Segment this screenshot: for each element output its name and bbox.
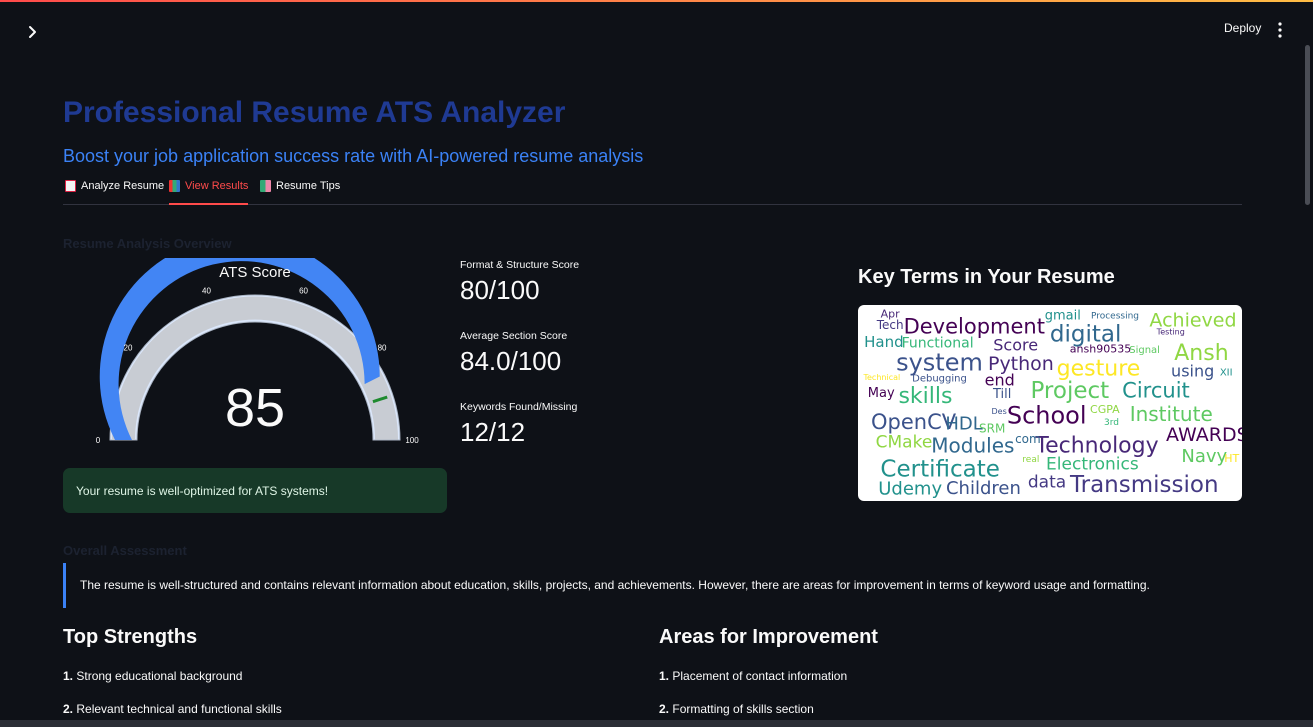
assessment-quote: The resume is well-structured and contai… bbox=[63, 563, 1243, 608]
word-cloud-term: Technical bbox=[862, 373, 900, 382]
gauge-tick-label: 100 bbox=[405, 436, 419, 445]
word-cloud-term: Project bbox=[1030, 378, 1109, 404]
list-number: 2. bbox=[63, 702, 74, 716]
books-icon bbox=[260, 180, 271, 192]
metric-format-score: Format & Structure Score 80/100 bbox=[460, 259, 579, 306]
word-cloud-term: Debugging bbox=[912, 374, 967, 385]
word-cloud-term: HDL bbox=[945, 414, 982, 435]
word-cloud-term: real bbox=[1022, 455, 1039, 465]
word-cloud-term: Processing bbox=[1091, 312, 1139, 322]
word-cloud-term: XII bbox=[1220, 368, 1233, 379]
metric-label: Average Section Score bbox=[460, 330, 568, 342]
gauge-title: ATS Score bbox=[219, 264, 291, 281]
word-cloud-term: gmail bbox=[1045, 309, 1081, 324]
gauge-tick-label: 20 bbox=[124, 344, 133, 353]
improvement-item: 2. Formatting of skills section bbox=[659, 702, 814, 716]
word-cloud-term: HT bbox=[1224, 452, 1239, 465]
list-number: 1. bbox=[63, 669, 74, 683]
tab-analyze-resume[interactable]: Analyze Resume bbox=[65, 180, 164, 205]
word-cloud-term: May bbox=[868, 386, 895, 401]
list-text: Relevant technical and functional skills bbox=[76, 702, 282, 716]
gauge-value: 85 bbox=[225, 378, 285, 438]
word-cloud-term: Functional bbox=[902, 336, 974, 352]
tab-label: Resume Tips bbox=[276, 180, 341, 192]
list-text: Strong educational background bbox=[76, 669, 243, 683]
metric-label: Keywords Found/Missing bbox=[460, 401, 578, 413]
success-alert: Your resume is well-optimized for ATS sy… bbox=[63, 468, 447, 513]
tab-resume-tips[interactable]: Resume Tips bbox=[260, 180, 340, 205]
strength-item: 2. Relevant technical and functional ski… bbox=[63, 702, 282, 716]
page-title: Professional Resume ATS Analyzer bbox=[63, 96, 566, 129]
metric-label: Format & Structure Score bbox=[460, 259, 580, 271]
word-cloud-term: skills bbox=[898, 384, 952, 409]
word-cloud-term: Transmission bbox=[1069, 472, 1219, 498]
tab-label: Analyze Resume bbox=[81, 180, 165, 192]
word-cloud: School system Certificate Project digital Tra… bbox=[858, 305, 1242, 501]
word-cloud-term: Des bbox=[992, 407, 1007, 416]
tab-bar: Analyze Resume View Results Resume Tips bbox=[63, 176, 1242, 205]
word-cloud-term: CGPA bbox=[1090, 403, 1120, 416]
strength-item: 1. Strong educational background bbox=[63, 669, 242, 683]
word-cloud-term: AWARDS bbox=[1166, 424, 1242, 446]
word-cloud-term: Hand bbox=[864, 333, 904, 351]
metric-keywords: Keywords Found/Missing 12/12 bbox=[460, 401, 577, 448]
chevron-right-icon[interactable] bbox=[22, 22, 42, 42]
gauge-chart: 0 20 40 60 80 100 85 bbox=[96, 236, 419, 445]
word-cloud-term: gesture bbox=[1057, 356, 1141, 381]
word-cloud-term: Children bbox=[946, 478, 1021, 499]
word-cloud-term: Circuit bbox=[1122, 379, 1190, 403]
gauge-tick-label: 0 bbox=[96, 436, 101, 445]
word-cloud-term: Till bbox=[992, 387, 1011, 402]
word-cloud-term: Navy bbox=[1181, 446, 1227, 467]
page-subtitle: Boost your job application success rate … bbox=[63, 146, 644, 166]
horizontal-scrollbar[interactable] bbox=[0, 720, 1313, 727]
word-cloud-term: ansh90535 bbox=[1070, 343, 1131, 356]
word-cloud-term: Udemy bbox=[878, 478, 942, 499]
tab-label: View Results bbox=[185, 180, 249, 192]
word-cloud-term: Score bbox=[993, 336, 1038, 355]
tab-view-results[interactable]: View Results bbox=[169, 180, 249, 205]
list-number: 1. bbox=[659, 669, 670, 683]
page-icon bbox=[65, 180, 76, 192]
improvement-item: 1. Placement of contact information bbox=[659, 669, 847, 683]
improvements-title: Areas for Improvement bbox=[659, 626, 878, 648]
gauge-tick-label: 40 bbox=[202, 287, 211, 296]
word-cloud-canvas: SchoolsystemCertificateProjectdigitalTra… bbox=[862, 308, 1242, 500]
word-cloud-term: 3rd bbox=[1104, 418, 1119, 428]
deploy-button[interactable]: Deploy bbox=[1216, 18, 1269, 38]
gauge-tick-label: 60 bbox=[299, 287, 308, 296]
more-vertical-icon[interactable] bbox=[1272, 20, 1288, 40]
word-cloud-term: Signal bbox=[1129, 345, 1160, 356]
list-text: Formatting of skills section bbox=[672, 702, 814, 716]
metric-average-section-score: Average Section Score 84.0/100 bbox=[460, 330, 567, 377]
assessment-heading: Overall Assessment bbox=[63, 543, 187, 558]
word-cloud-term: Institute bbox=[1130, 402, 1213, 426]
word-cloud-term: SRM bbox=[979, 421, 1005, 435]
word-cloud-term: Apr bbox=[881, 308, 901, 321]
word-cloud-term: Electronics bbox=[1046, 454, 1139, 474]
vertical-scrollbar[interactable] bbox=[1305, 45, 1310, 205]
metric-value: 84.0/100 bbox=[460, 346, 562, 376]
chart-icon bbox=[169, 180, 180, 192]
metric-value: 12/12 bbox=[460, 417, 526, 447]
list-number: 2. bbox=[659, 702, 670, 716]
word-cloud-term: CMake bbox=[876, 433, 933, 453]
gauge-tick-label: 80 bbox=[378, 344, 387, 353]
word-cloud-term: Testing bbox=[1156, 327, 1185, 336]
word-cloud-term: OpenCV bbox=[871, 410, 957, 434]
word-cloud-term: Modules bbox=[931, 434, 1014, 458]
metric-value: 80/100 bbox=[460, 275, 540, 305]
ats-score-gauge: ATS Score 0 20 40 60 80 100 85 bbox=[63, 236, 447, 458]
key-terms-title: Key Terms in Your Resume bbox=[858, 266, 1115, 288]
word-cloud-term: system bbox=[896, 349, 983, 377]
overview-heading: Resume Analysis Overview bbox=[63, 236, 232, 251]
list-text: Placement of contact information bbox=[672, 669, 848, 683]
top-decoration-bar bbox=[0, 0, 1313, 2]
word-cloud-term: com bbox=[1015, 432, 1041, 446]
word-cloud-term: School bbox=[1007, 402, 1087, 430]
word-cloud-term: data bbox=[1028, 473, 1066, 493]
strengths-title: Top Strengths bbox=[63, 626, 198, 648]
word-cloud-term: using bbox=[1171, 361, 1214, 380]
